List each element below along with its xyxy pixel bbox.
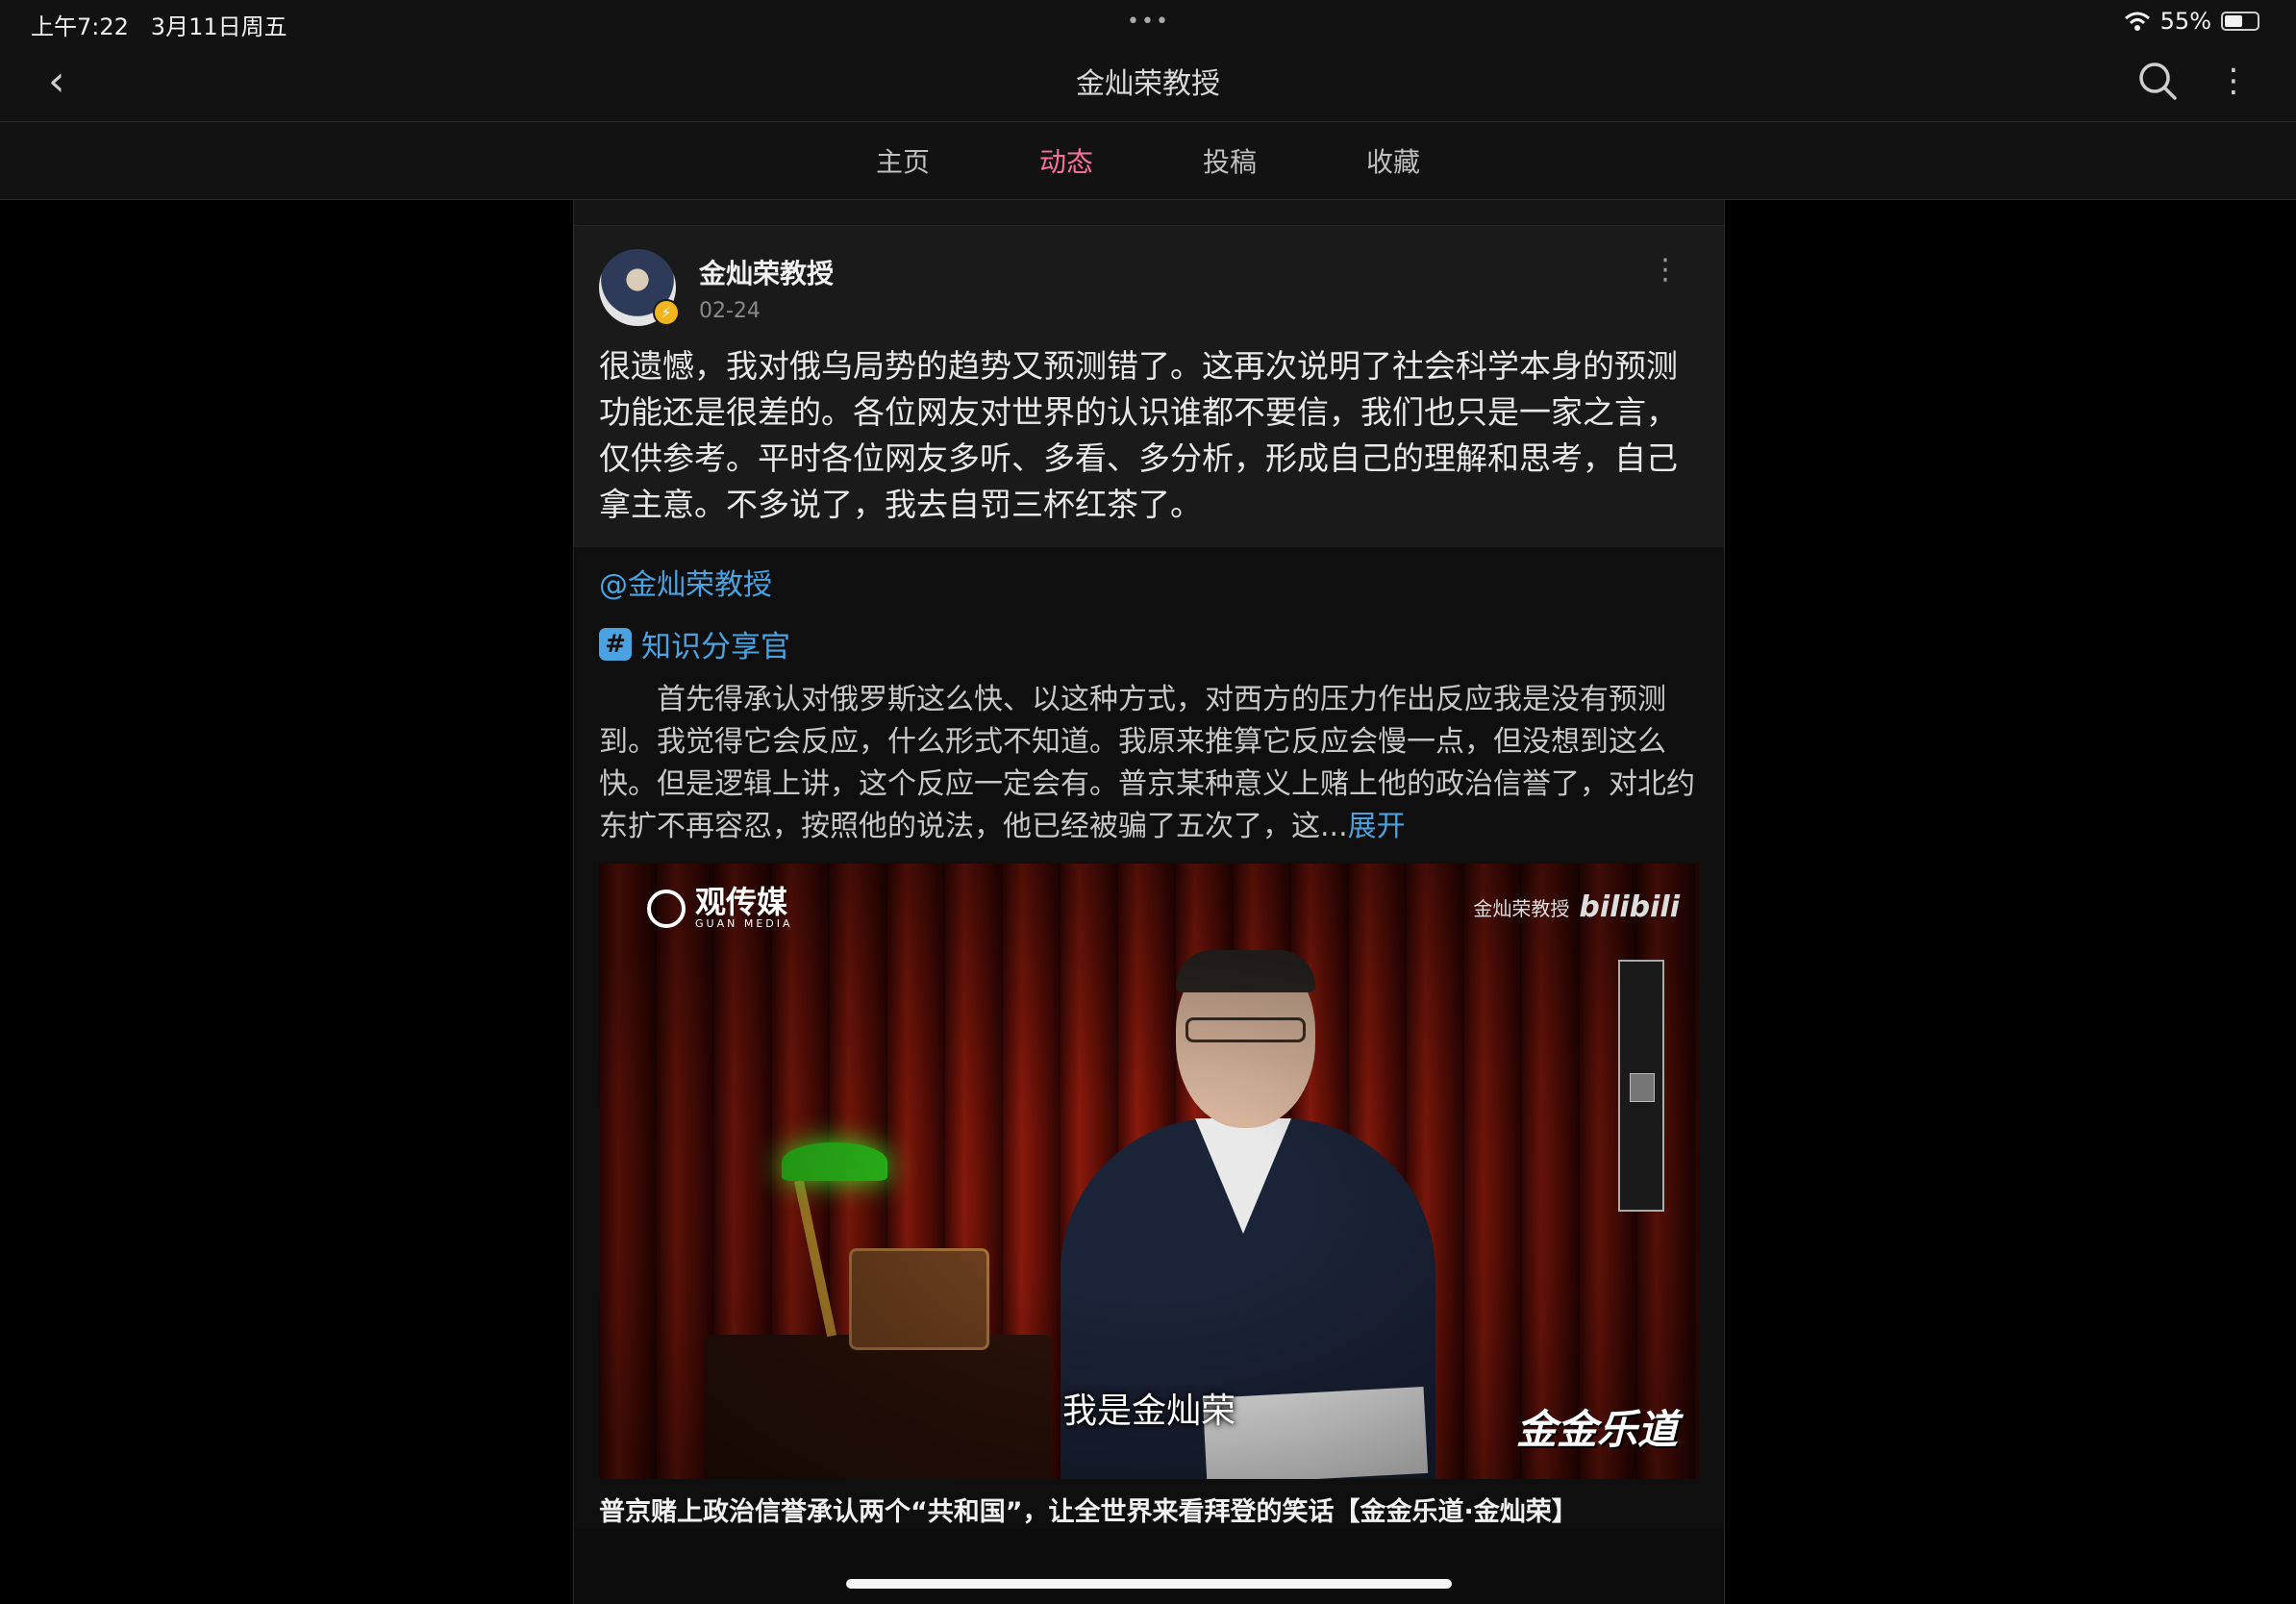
tab-dynamics[interactable]: 动态 bbox=[1037, 141, 1095, 180]
nav-bar: ‹ 金灿荣教授 ⋮ bbox=[0, 48, 2296, 122]
verified-badge-icon: ⚡ bbox=[653, 299, 680, 326]
topic-label: 知识分享官 bbox=[641, 630, 790, 664]
video-watermark: 金灿荣教授 bilibili bbox=[1473, 890, 1680, 924]
repost-card[interactable]: @金灿荣教授 # 知识分享官 首先得承认对俄罗斯这么快、以这种方式，对西方的压力… bbox=[574, 547, 1724, 1528]
post-more-icon[interactable]: ⋮ bbox=[1651, 253, 1680, 287]
tab-bar: 主页 动态 投稿 收藏 bbox=[0, 122, 2296, 200]
author-name[interactable]: 金灿荣教授 bbox=[699, 253, 834, 291]
watermark-author: 金灿荣教授 bbox=[1473, 897, 1570, 920]
brand-name: 观传媒 bbox=[695, 884, 788, 920]
show-logo: 金金乐道 bbox=[1515, 1406, 1678, 1453]
hashtag-icon: # bbox=[599, 627, 632, 661]
brand-mark-icon bbox=[647, 889, 686, 928]
status-right: 55% bbox=[2124, 8, 2259, 35]
home-indicator[interactable] bbox=[846, 1579, 1452, 1589]
scroll-thumb-icon[interactable] bbox=[1630, 1073, 1655, 1102]
more-vertical-icon[interactable]: ⋮ bbox=[2217, 62, 2250, 100]
feed-column: ⚡ 金灿荣教授 02-24 ⋮ 很遗憾，我对俄乌局势的趋势又预测错了。这再次说明… bbox=[573, 200, 1725, 1604]
page-title: 金灿荣教授 bbox=[1076, 67, 1220, 101]
tab-favorites[interactable]: 收藏 bbox=[1364, 141, 1422, 180]
video-thumbnail[interactable]: 观传媒 GUAN MEDIA 金灿荣教授 bilibili 我是金灿荣 金金乐道 bbox=[599, 864, 1699, 1479]
video-title[interactable]: 普京赌上政治信誉承认两个“共和国”，让全世界来看拜登的笑话【金金乐道·金灿荣】 bbox=[599, 1491, 1699, 1528]
post-date: 02-24 bbox=[699, 298, 761, 323]
feed-divider bbox=[574, 200, 1724, 225]
multitask-dots[interactable]: ••• bbox=[1127, 10, 1170, 34]
tab-home[interactable]: 主页 bbox=[874, 141, 932, 180]
tab-uploads[interactable]: 投稿 bbox=[1201, 141, 1259, 180]
expand-link[interactable]: 展开 bbox=[1348, 810, 1406, 843]
author-info: 金灿荣教授 02-24 bbox=[699, 253, 834, 323]
brand-sub: GUAN MEDIA bbox=[695, 917, 793, 930]
battery-fill bbox=[2225, 15, 2242, 27]
status-time: 上午7:22 3月11日周五 bbox=[31, 13, 287, 40]
wifi-icon bbox=[2124, 12, 2150, 31]
post-text: 很遗憾，我对俄乌局势的趋势又预测错了。这再次说明了社会科学本身的预测功能还是很差… bbox=[599, 347, 1678, 523]
floating-scroll-handle[interactable] bbox=[1618, 960, 1664, 1212]
status-bar: 上午7:22 3月11日周五 ••• 55% bbox=[0, 0, 2296, 48]
repost-text: 首先得承认对俄罗斯这么快、以这种方式，对西方的压力作出反应我是没有预测到。我觉得… bbox=[599, 683, 1695, 843]
post-card: ⚡ 金灿荣教授 02-24 ⋮ 很遗憾，我对俄乌局势的趋势又预测错了。这再次说明… bbox=[574, 225, 1724, 547]
brand-logo: 观传媒 GUAN MEDIA bbox=[647, 887, 793, 930]
post-header: ⚡ 金灿荣教授 02-24 ⋮ bbox=[599, 249, 1699, 326]
search-icon[interactable] bbox=[2136, 60, 2179, 106]
battery-icon bbox=[2221, 12, 2259, 31]
avatar[interactable]: ⚡ bbox=[599, 249, 680, 326]
mention-link[interactable]: @金灿荣教授 bbox=[599, 561, 1699, 603]
topic-tag[interactable]: # 知识分享官 bbox=[599, 622, 1699, 665]
bilibili-logo: bilibili bbox=[1579, 890, 1680, 924]
battery-percent: 55% bbox=[2159, 8, 2211, 35]
